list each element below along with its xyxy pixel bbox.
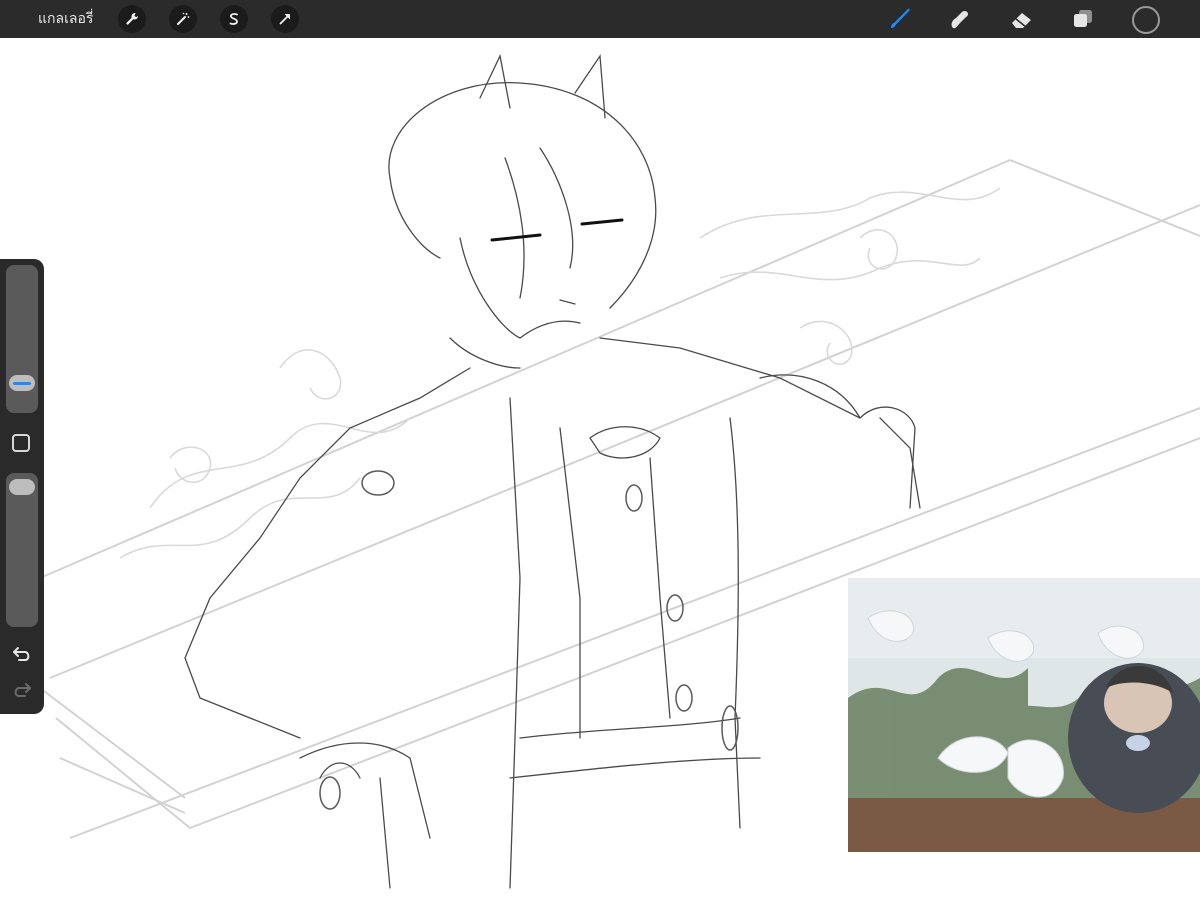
wrench-icon[interactable] [118, 5, 146, 33]
color-picker-button[interactable] [1132, 6, 1160, 34]
floral-scribble-sketch [119, 187, 1001, 559]
selection-s-icon[interactable] [220, 5, 248, 33]
top-toolbar: แกลเลอรี่ [0, 0, 1200, 38]
opacity-knob[interactable] [9, 479, 35, 495]
undo-icon[interactable] [10, 643, 34, 665]
gallery-button[interactable]: แกลเลอรี่ [38, 8, 93, 30]
redo-icon[interactable] [10, 679, 34, 701]
opacity-slider[interactable] [6, 473, 38, 627]
eraser-icon[interactable] [1008, 6, 1036, 32]
modify-square-icon[interactable] [12, 434, 30, 452]
brush-size-knob[interactable] [9, 375, 35, 391]
reference-photo[interactable] [848, 578, 1200, 852]
smudge-icon[interactable] [946, 6, 974, 32]
brush-size-slider[interactable] [6, 265, 38, 413]
brush-icon[interactable] [886, 6, 914, 32]
character-eyes [490, 218, 624, 242]
magic-wand-icon[interactable] [169, 5, 197, 33]
layers-icon[interactable] [1069, 6, 1097, 32]
left-sidebar [0, 259, 44, 714]
drawing-canvas[interactable] [0, 38, 1200, 900]
transform-arrow-icon[interactable] [271, 5, 299, 33]
